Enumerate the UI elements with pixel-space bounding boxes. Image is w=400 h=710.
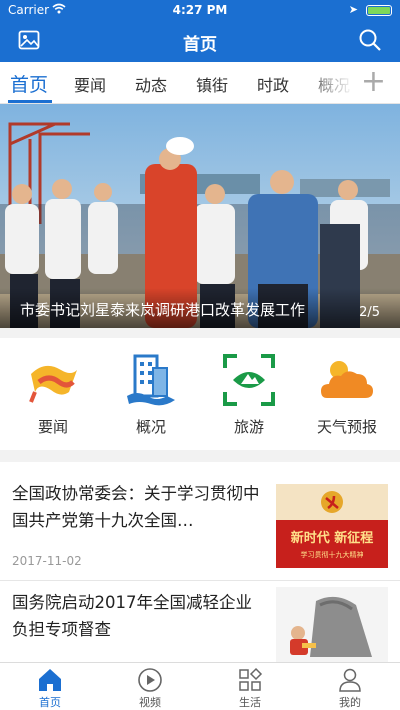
tab-politics[interactable]: 时政: [257, 72, 289, 96]
weather-cloud-icon: [319, 352, 375, 408]
status-bar: Carrier 4:27 PM ➤: [0, 0, 400, 20]
news-date: 2017-11-02: [12, 554, 82, 568]
shortcut-label: 概况: [135, 418, 166, 436]
shortcut-news[interactable]: 要闻: [3, 352, 103, 437]
tab-towns[interactable]: 镇街: [196, 72, 228, 96]
bottom-tab-life[interactable]: 生活: [200, 667, 300, 710]
category-tabs: 首页 要闻 动态 镇街 时政 概况 +: [0, 62, 400, 104]
shortcut-tourism[interactable]: 旅游: [199, 352, 299, 437]
tab-dynamics[interactable]: 动态: [135, 72, 167, 96]
building-icon: [123, 352, 179, 408]
banner-page-counter: 2/5: [359, 305, 380, 320]
nav-bar: 首页: [0, 20, 400, 62]
bottom-tab-label: 视频: [139, 696, 161, 709]
news-flag-icon: [25, 352, 81, 408]
home-icon: [37, 667, 63, 693]
bottom-tab-bar: 首页 视频 生活 我的: [0, 662, 400, 710]
bottom-tab-me[interactable]: 我的: [300, 667, 400, 710]
bottom-tab-label: 生活: [239, 696, 261, 709]
bottom-tab-video[interactable]: 视频: [100, 667, 200, 710]
grid-shapes-icon: [237, 667, 263, 693]
bottom-tab-home[interactable]: 首页: [0, 667, 100, 710]
thumbnail-subline: 学习贯彻十九大精神: [301, 550, 364, 559]
bottom-tab-label: 我的: [339, 696, 361, 709]
thumbnail-headline: 新时代 新征程: [291, 530, 374, 546]
page-title: 首页: [183, 35, 217, 55]
clock: 4:27 PM: [172, 3, 228, 17]
location-arrow-icon: ➤: [348, 3, 358, 16]
active-tab-indicator: [8, 100, 52, 103]
shortcut-label: 旅游: [233, 418, 264, 436]
battery-icon: [366, 5, 392, 16]
news-item[interactable]: 全国政协常委会：关于学习贯彻中国共产党第十九次全国… 2017-11-02 新时…: [0, 462, 400, 580]
banner-carousel[interactable]: 市委书记刘星泰来岚调研港口改革发展工作 2/5: [0, 104, 400, 328]
tab-home[interactable]: 首页: [10, 70, 48, 97]
news-thumbnail: [276, 587, 388, 662]
user-icon: [337, 667, 363, 693]
news-item[interactable]: 国务院启动2017年全国减轻企业负担专项督查: [0, 581, 400, 662]
play-circle-icon: [137, 667, 163, 693]
bottom-tab-label: 首页: [39, 696, 61, 709]
shortcut-weather[interactable]: 天气预报: [297, 352, 397, 437]
shortcut-label: 天气预报: [316, 418, 377, 436]
top-bar: Carrier 4:27 PM ➤ 首页: [0, 0, 400, 62]
add-tab-button[interactable]: +: [361, 67, 386, 97]
news-thumbnail: 新时代 新征程 学习贯彻十九大精神: [276, 484, 388, 568]
tab-news[interactable]: 要闻: [74, 72, 106, 96]
banner-caption: 市委书记刘星泰来岚调研港口改革发展工作: [20, 301, 306, 319]
scenery-frame-icon: [221, 352, 277, 408]
news-title: 全国政协常委会：关于学习贯彻中国共产党第十九次全国…: [12, 484, 260, 530]
news-title: 国务院启动2017年全国减轻企业负担专项督查: [12, 593, 252, 639]
shortcut-label: 要闻: [37, 418, 68, 436]
search-icon[interactable]: [358, 28, 382, 52]
tab-fade-overlay: [300, 62, 360, 103]
shortcut-grid: 要闻 概况 旅游 天气预报: [0, 338, 400, 450]
shortcut-overview[interactable]: 概况: [101, 352, 201, 437]
